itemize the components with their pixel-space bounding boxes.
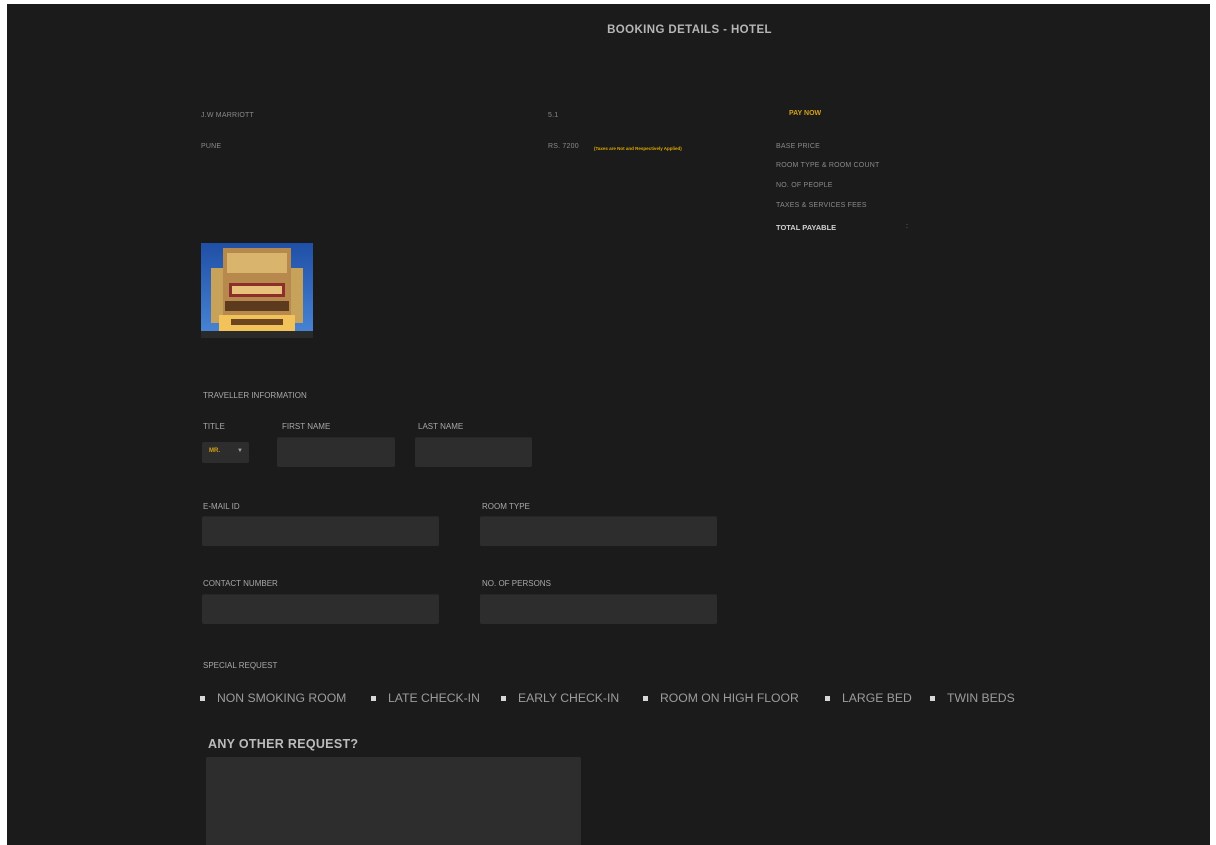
page-title: BOOKING DETAILS - HOTEL: [607, 24, 772, 36]
persons-input[interactable]: [480, 594, 717, 624]
room-type-label: ROOM TYPE: [482, 502, 530, 511]
request-large-bed[interactable]: LARGE BED: [825, 690, 912, 706]
other-request-textarea[interactable]: [206, 757, 581, 845]
total-payable-value: :: [906, 223, 909, 230]
traveller-info-heading: TRAVELLER INFORMATION: [203, 391, 307, 400]
room-type-count-label: ROOM TYPE & ROOM COUNT: [776, 162, 880, 169]
checkbox-icon[interactable]: [200, 695, 205, 701]
checkbox-icon[interactable]: [643, 695, 648, 701]
hotel-rating: 5.1: [548, 112, 559, 119]
pay-now-button[interactable]: PAY NOW: [789, 110, 821, 117]
request-high-floor[interactable]: ROOM ON HIGH FLOOR: [643, 690, 799, 706]
persons-label: NO. OF PERSONS: [482, 579, 551, 588]
other-request-heading: ANY OTHER REQUEST?: [208, 737, 359, 751]
checkbox-icon[interactable]: [825, 695, 830, 701]
title-label: TITLE: [203, 422, 225, 431]
checkbox-icon[interactable]: [371, 695, 376, 701]
base-price-label: BASE PRICE: [776, 143, 821, 150]
request-label: NON SMOKING ROOM: [217, 691, 347, 705]
taxes-fees-label: TAXES & SERVICES FEES: [776, 202, 867, 209]
chevron-down-icon: ▼: [237, 448, 243, 454]
request-label: LARGE BED: [842, 691, 912, 705]
contact-number-input[interactable]: [202, 594, 439, 624]
email-input[interactable]: [202, 516, 439, 546]
checkbox-icon[interactable]: [501, 695, 506, 701]
request-label: TWIN BEDS: [947, 691, 1015, 705]
title-select[interactable]: MR. ▼: [202, 442, 249, 463]
first-name-label: FIRST NAME: [282, 422, 331, 431]
special-request-heading: SPECIAL REQUEST: [203, 661, 278, 670]
hotel-city: PUNE: [201, 143, 222, 150]
price-note: (Taxes are Not and Respectively Applied): [594, 146, 682, 151]
hotel-price: RS. 7200: [548, 143, 579, 150]
last-name-input[interactable]: [415, 437, 532, 467]
people-count-label: NO. OF PEOPLE: [776, 182, 833, 189]
request-label: EARLY CHECK-IN: [518, 691, 620, 705]
request-early-checkin[interactable]: EARLY CHECK-IN: [501, 690, 619, 706]
email-label: E-MAIL ID: [203, 502, 240, 511]
request-twin-beds[interactable]: TWIN BEDS: [930, 690, 1015, 706]
contact-number-label: CONTACT NUMBER: [203, 579, 278, 588]
first-name-input[interactable]: [277, 437, 395, 467]
checkbox-icon[interactable]: [930, 695, 935, 701]
request-late-checkin[interactable]: LATE CHECK-IN: [371, 690, 480, 706]
total-payable-label: TOTAL PAYABLE: [776, 223, 837, 232]
title-select-value: MR.: [209, 448, 220, 454]
hotel-name: J.W MARRIOTT: [201, 112, 254, 119]
booking-page: BOOKING DETAILS - HOTEL J.W MARRIOTT PUN…: [7, 4, 1210, 845]
request-label: ROOM ON HIGH FLOOR: [660, 691, 799, 705]
request-label: LATE CHECK-IN: [388, 691, 480, 705]
request-non-smoking[interactable]: NON SMOKING ROOM: [200, 690, 346, 706]
hotel-photo: [201, 243, 313, 338]
last-name-label: LAST NAME: [418, 422, 464, 431]
hotel-photo-graphic: [201, 243, 313, 338]
room-type-input[interactable]: [480, 516, 717, 546]
